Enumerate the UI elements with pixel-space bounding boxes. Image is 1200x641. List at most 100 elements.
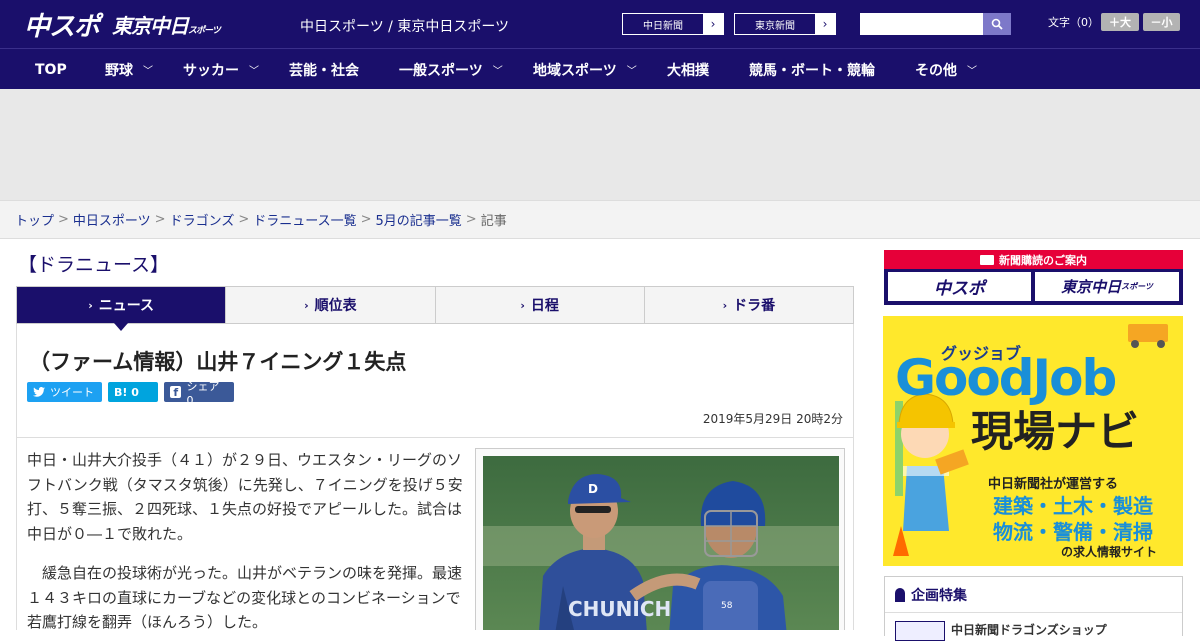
feature-thumbnail[interactable] — [895, 621, 945, 641]
chevron-down-icon: ﹀ — [967, 66, 977, 77]
search-icon — [991, 18, 1003, 30]
chevron-right-icon: › — [703, 14, 723, 34]
tokyo-chunichi-logo-sub: スポーツ — [188, 26, 221, 36]
feature-box: 企画特集 中日新聞ドラゴンズショップ — [884, 576, 1183, 641]
subscribe-chuspo-button[interactable]: 中スポ — [888, 272, 1031, 301]
chevron-down-icon: ﹀ — [249, 66, 259, 77]
nav-item-label: TOP — [35, 61, 67, 78]
subscription-box: 新聞購読のご案内 中スポ 東京中日 スポーツ — [884, 250, 1183, 305]
goodjob-headline: 現場ナビ — [971, 407, 1140, 456]
section-tabs: › ニュース › 順位表 › 日程 › ドラ番 — [16, 286, 854, 331]
tab-label: ドラ番 — [733, 298, 776, 314]
breadcrumb-separator: > — [154, 212, 166, 227]
nav-item-label: サッカー — [183, 62, 239, 79]
tokyo-shimbun-label: 東京新聞 — [755, 20, 795, 32]
newspaper-icon — [980, 254, 994, 265]
breadcrumb-separator: > — [465, 212, 477, 227]
article-photo-frame: CHUNICHI D 58 — [475, 448, 845, 630]
chevron-right-icon: › — [88, 298, 93, 312]
site-header: 中スポ 東京中日スポーツ 中日スポーツ / 東京中日スポーツ 中日新聞 › 東京… — [0, 0, 1200, 48]
tokyo-shimbun-link[interactable]: 東京新聞 › — [734, 13, 836, 35]
nav-item-entertainment[interactable]: 芸能・社会 — [289, 49, 359, 90]
facebook-icon: f — [170, 386, 182, 399]
font-size-up-button[interactable]: ＋大 — [1101, 13, 1139, 31]
feature-heading: 企画特集 — [885, 577, 1182, 613]
chevron-down-icon: ﹀ — [626, 66, 637, 77]
chevron-right-icon: › — [304, 298, 309, 312]
nav-item-label: その他 — [915, 62, 957, 79]
baseball-players-photo: CHUNICHI D 58 — [483, 456, 839, 630]
search-input[interactable] — [860, 13, 983, 35]
section-title: 【ドラニュース】 — [18, 254, 170, 276]
nav-item-baseball[interactable]: 野球 ﹀ — [105, 49, 153, 90]
ribbon-icon — [895, 587, 905, 602]
publish-date: 2019年5月29日 20時2分 — [702, 412, 843, 426]
breadcrumb-link-chuspo[interactable]: 中日スポーツ — [73, 210, 151, 229]
search-button[interactable] — [983, 13, 1011, 35]
nav-item-label: 一般スポーツ — [399, 62, 483, 79]
svg-text:CHUNICHI: CHUNICHI — [568, 597, 679, 621]
main-nav: TOP 野球 ﹀ サッカー ﹀ 芸能・社会 一般スポーツ ﹀ 地域スポーツ ﹀ 大相撲 … — [0, 48, 1200, 89]
breadcrumb-separator: > — [58, 212, 69, 227]
article-text: 中日・山井大介投手（４１）が２９日、ウエスタン・リーグのソフトバンク戦（タマスタ… — [27, 448, 463, 630]
subscribe-tokyo-label: 東京中日 — [1061, 278, 1122, 296]
svg-text:D: D — [588, 482, 598, 496]
tab-label: 順位表 — [314, 298, 357, 314]
ad-banner-area — [0, 89, 1200, 200]
breadcrumb-link-dragons[interactable]: ドラゴンズ — [170, 210, 235, 229]
nav-item-general-sports[interactable]: 一般スポーツ ﹀ — [399, 49, 503, 90]
breadcrumb-link-dra-news[interactable]: ドラニュース一覧 — [253, 210, 356, 229]
article-paragraph: 緩急自在の投球術が光った。山井がベテランの味を発揮。最速１４３キロの直球にカーブ… — [27, 564, 463, 630]
tab-news[interactable]: › ニュース — [17, 287, 227, 331]
nav-item-other[interactable]: その他 ﹀ — [915, 49, 977, 90]
chevron-down-icon: ﹀ — [492, 66, 503, 77]
subscribe-tokyo-sub: スポーツ — [1121, 282, 1153, 291]
subscription-heading: 新聞購読のご案内 — [884, 250, 1183, 269]
nav-item-label: 地域スポーツ — [533, 62, 617, 79]
site-names: 中日スポーツ / 東京中日スポーツ — [300, 19, 510, 35]
hatena-bookmark-button[interactable]: B! 0 — [108, 382, 158, 402]
article-header: （ファーム情報）山井７イニング１失点 ツイート B! 0 f シェア 0 201… — [16, 324, 854, 438]
subscribe-tokyo-chunichi-button[interactable]: 東京中日 スポーツ — [1035, 272, 1179, 301]
nav-item-racing[interactable]: 競馬・ボート・競輪 — [749, 49, 875, 90]
goodjob-line4: の求人情報サイト — [1061, 545, 1158, 559]
chevron-down-icon: ﹀ — [143, 66, 153, 77]
feature-heading-text: 企画特集 — [911, 587, 967, 604]
goodjob-line2: 建築・土木・製造 — [993, 494, 1153, 518]
article-paragraph: 中日・山井大介投手（４１）が２９日、ウエスタン・リーグのソフトバンク戦（タマスタ… — [27, 451, 463, 543]
nav-item-local-sports[interactable]: 地域スポーツ ﹀ — [533, 49, 637, 90]
twitter-icon — [33, 387, 45, 397]
nav-item-label: 野球 — [105, 62, 133, 79]
chuspo-logo[interactable]: 中スポ — [24, 6, 100, 43]
tab-dra-ban[interactable]: › ドラ番 — [644, 287, 853, 323]
nav-item-top[interactable]: TOP — [35, 49, 67, 90]
tab-label: 日程 — [530, 298, 559, 314]
goodjob-line3: 物流・警備・清掃 — [993, 520, 1153, 544]
facebook-share-button[interactable]: f シェア 0 — [164, 380, 234, 407]
nav-item-label: 芸能・社会 — [289, 62, 359, 79]
tokyo-chunichi-logo[interactable]: 東京中日スポーツ — [112, 10, 221, 39]
breadcrumb-link-top[interactable]: トップ — [15, 210, 54, 229]
breadcrumb-separator: > — [238, 212, 250, 227]
tweet-button[interactable]: ツイート — [27, 382, 102, 402]
nav-item-sumo[interactable]: 大相撲 — [667, 49, 709, 90]
nav-item-label: 競馬・ボート・競輪 — [749, 62, 875, 79]
article-title: （ファーム情報）山井７イニング１失点 — [29, 350, 407, 374]
breadcrumb-link-may-articles[interactable]: 5月の記事一覧 — [376, 210, 462, 229]
tab-standings[interactable]: › 順位表 — [226, 287, 436, 323]
article-photo[interactable]: CHUNICHI D 58 — [483, 456, 839, 630]
hatena-label: B! 0 — [114, 385, 139, 399]
goodjob-ad-banner[interactable]: グッジョブ GoodJob 現場ナビ 中日新聞社が運営する 建築・土木・製造 物… — [883, 316, 1183, 566]
nav-item-soccer[interactable]: サッカー ﹀ — [183, 49, 259, 90]
svg-text:58: 58 — [721, 601, 733, 611]
tab-schedule[interactable]: › 日程 — [435, 287, 645, 323]
breadcrumb-separator: > — [360, 212, 372, 227]
font-size-down-button[interactable]: －小 — [1143, 13, 1180, 31]
font-size-label: 文字（0） — [1048, 16, 1099, 29]
subscription-heading-text: 新聞購読のご案内 — [999, 253, 1087, 267]
tweet-label: ツイート — [50, 386, 94, 399]
chunichi-shimbun-link[interactable]: 中日新聞 › — [622, 13, 724, 35]
tokyo-chunichi-logo-text: 東京中日 — [112, 14, 189, 38]
goodjob-logo: GoodJob — [895, 349, 1117, 407]
chevron-right-icon: › — [520, 298, 525, 312]
